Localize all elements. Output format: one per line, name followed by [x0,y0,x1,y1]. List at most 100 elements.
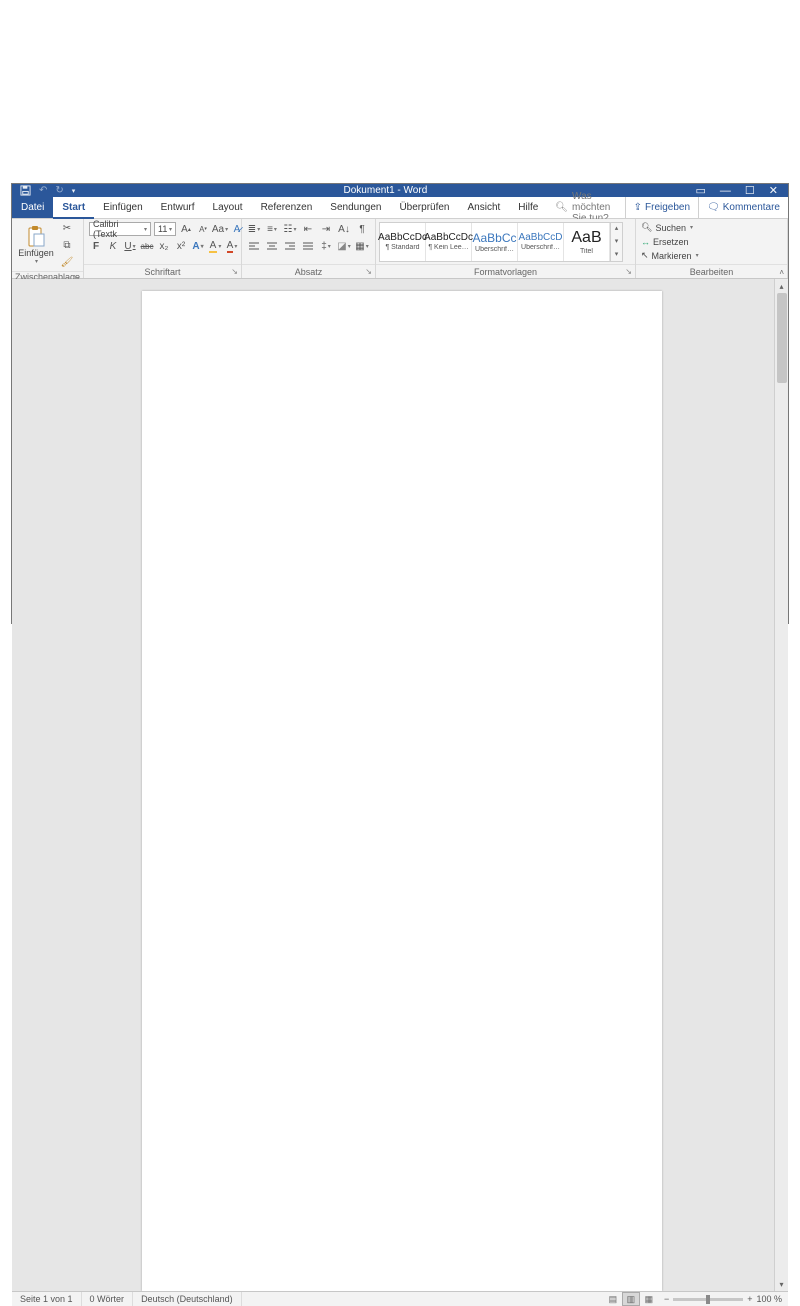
underline-button[interactable]: U▾ [123,239,137,253]
style-heading2[interactable]: AaBbCcDÜberschrif… [518,223,564,261]
font-size-select[interactable]: 11▾ [154,222,176,236]
superscript-button[interactable]: x² [174,239,188,253]
group-paragraph: ≣▾ ≡▾ ☷▾ ⇤ ⇥ A↓ ¶ ‡▾ ◪▾ ▦▾ [242,219,376,278]
align-center-icon[interactable] [265,239,279,253]
increase-indent-icon[interactable]: ⇥ [319,222,333,236]
zoom-slider[interactable] [673,1298,743,1301]
highlight-button[interactable]: A▾ [208,239,222,253]
line-spacing-icon[interactable]: ‡▾ [319,239,333,253]
tab-insert[interactable]: Einfügen [94,197,151,218]
quick-access-toolbar: ↶ ↻ ▾ [12,185,75,196]
font-color-button[interactable]: A▾ [225,239,239,253]
language-indicator[interactable]: Deutsch (Deutschland) [133,1292,242,1306]
ribbon-display-icon[interactable]: ▭ [696,184,706,197]
show-marks-icon[interactable]: ¶ [355,222,369,236]
borders-icon[interactable]: ▦▾ [355,239,369,253]
group-font: Calibri (Textk▾ 11▾ A▴ A▾ Aa▾ A̷ F K U▾ … [84,219,242,278]
maximize-icon[interactable]: ☐ [745,184,755,197]
decrease-font-icon[interactable]: A▾ [196,222,210,236]
strike-button[interactable]: abc [140,239,154,253]
tell-me-search[interactable]: 🔍︎ Was möchten Sie tun? [547,197,624,218]
qat-dropdown-icon[interactable]: ▾ [72,187,76,195]
web-layout-icon[interactable]: ▦ [640,1292,658,1306]
font-name-value: Calibri (Textk [93,219,143,239]
save-icon[interactable] [20,185,31,196]
tab-start[interactable]: Start [53,197,94,219]
group-clipboard: Einfügen ▾ ✂ ⧉ 🖌 Zwischenablage↘ [12,219,84,278]
style-no-spacing[interactable]: AaBbCcDc¶ Kein Lee… [426,223,472,261]
font-group-label: Schriftart [144,267,180,277]
find-button[interactable]: 🔍︎Suchen▾ [641,221,693,234]
tab-file[interactable]: Datei [12,197,53,218]
cut-icon[interactable]: ✂ [60,221,74,235]
editing-group-label: Bearbeiten [690,267,734,277]
read-mode-icon[interactable]: ▤ [604,1292,622,1306]
tab-help[interactable]: Hilfe [509,197,547,218]
tab-references[interactable]: Referenzen [252,197,322,218]
subscript-button[interactable]: x₂ [157,239,171,253]
style-title[interactable]: AaBTitel [564,223,610,261]
sort-icon[interactable]: A↓ [337,222,351,236]
text-effects-icon[interactable]: A▾ [191,239,205,253]
tab-view[interactable]: Ansicht [458,197,509,218]
shading-icon[interactable]: ◪▾ [337,239,351,253]
bold-button[interactable]: F [89,239,103,253]
styles-group-label: Formatvorlagen [474,267,537,277]
dialog-launcher-icon[interactable]: ↘ [625,267,632,276]
scroll-thumb[interactable] [777,293,787,383]
tab-design[interactable]: Entwurf [152,197,204,218]
styles-more[interactable]: ▴▾▾ [610,223,622,261]
tab-review[interactable]: Überprüfen [390,197,458,218]
document-viewport[interactable] [30,279,774,1291]
word-count[interactable]: 0 Wörter [82,1292,134,1306]
zoom-in-icon[interactable]: + [747,1294,752,1304]
redo-icon[interactable]: ↻ [55,185,63,196]
bullets-icon[interactable]: ≣▾ [247,222,261,236]
collapse-ribbon-icon[interactable]: ˄ [779,268,784,277]
share-label: Freigeben [645,202,690,213]
format-painter-icon[interactable]: 🖌 [60,255,74,269]
style-standard[interactable]: AaBbCcDc¶ Standard [380,223,426,261]
comments-button[interactable]: 🗨 Kommentare [698,197,788,218]
align-left-icon[interactable] [247,239,261,253]
undo-icon[interactable]: ↶ [39,185,47,196]
decrease-indent-icon[interactable]: ⇤ [301,222,315,236]
justify-icon[interactable] [301,239,315,253]
ruler-vertical[interactable] [12,279,30,1291]
clipboard-icon [26,226,46,248]
align-right-icon[interactable] [283,239,297,253]
replace-icon: ↔ [641,237,650,247]
tab-mailings[interactable]: Sendungen [321,197,390,218]
chevron-down-icon: ▾ [35,258,38,265]
scroll-down-icon[interactable]: ▾ [775,1277,788,1291]
paragraph-group-label: Absatz [295,267,323,277]
close-icon[interactable]: ✕ [769,184,778,197]
status-bar: Seite 1 von 1 0 Wörter Deutsch (Deutschl… [12,1291,788,1306]
increase-font-icon[interactable]: A▴ [179,222,193,236]
multilevel-icon[interactable]: ☷▾ [283,222,297,236]
page-indicator[interactable]: Seite 1 von 1 [12,1292,82,1306]
replace-button[interactable]: ↔Ersetzen [641,235,689,248]
styles-gallery[interactable]: AaBbCcDc¶ Standard AaBbCcDc¶ Kein Lee… A… [379,222,623,262]
numbering-icon[interactable]: ≡▾ [265,222,279,236]
minimize-icon[interactable]: — [720,185,731,197]
page[interactable] [142,291,662,1291]
font-name-select[interactable]: Calibri (Textk▾ [89,222,151,236]
share-icon: ⇪ [634,202,642,213]
print-layout-icon[interactable]: ▥ [622,1292,640,1306]
paste-button[interactable]: Einfügen ▾ [16,223,56,267]
scroll-up-icon[interactable]: ▴ [775,279,788,293]
share-button[interactable]: ⇪ Freigeben [625,197,698,218]
comments-label: Kommentare [723,202,780,213]
dialog-launcher-icon[interactable]: ↘ [231,267,238,276]
dialog-launcher-icon[interactable]: ↘ [365,267,372,276]
scrollbar-vertical[interactable]: ▴ ▾ [774,279,788,1291]
zoom-out-icon[interactable]: − [664,1294,669,1304]
italic-button[interactable]: K [106,239,120,253]
tab-layout[interactable]: Layout [204,197,252,218]
change-case-icon[interactable]: Aa▾ [213,222,227,236]
style-heading1[interactable]: AaBbCcÜberschrif… [472,223,518,261]
zoom-value[interactable]: 100 % [756,1294,782,1304]
copy-icon[interactable]: ⧉ [60,238,74,252]
select-button[interactable]: ↖Markieren▾ [641,249,699,262]
